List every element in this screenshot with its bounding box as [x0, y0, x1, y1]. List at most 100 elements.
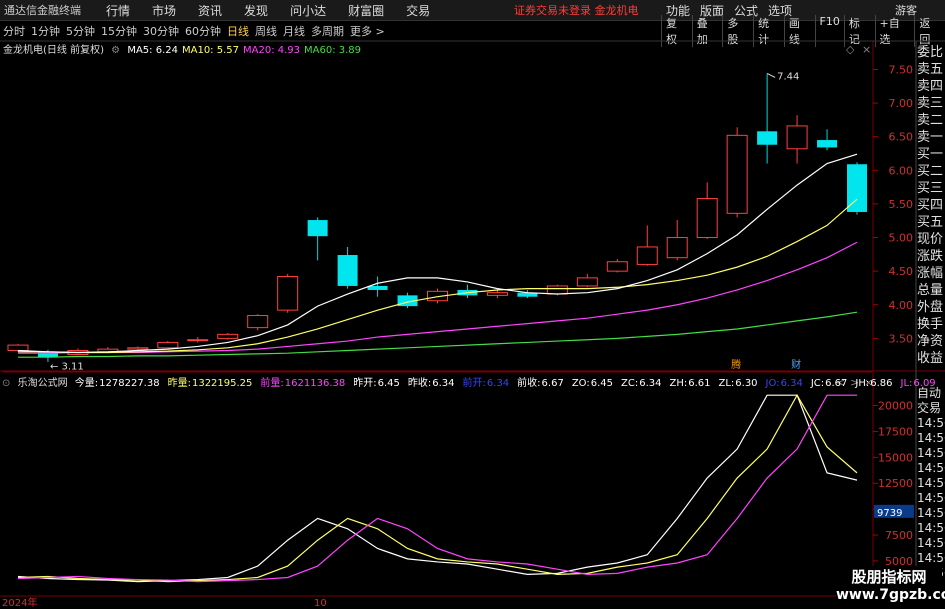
indicator-value-13: JH:6.86 [855, 378, 896, 389]
watermark-line2: www.7gpzb.com [836, 587, 945, 603]
side-panel-item-12[interactable]: 涨跌 [917, 248, 945, 265]
side-panel2-item-5[interactable]: 14:56 [917, 461, 945, 476]
side-panel-item-13[interactable]: 涨幅 [917, 265, 945, 282]
indicator-tick-label: 20000 [878, 400, 913, 413]
indicator-value-label: JC: [810, 378, 825, 389]
indicator-value-6: 前收:6.67 [517, 378, 568, 389]
indicator-value-5: 前开:6.34 [463, 378, 514, 389]
side-panel2-item-6[interactable]: 14:56 [917, 476, 945, 491]
side-panel-item-17[interactable]: 净资 [917, 333, 945, 350]
candle[interactable] [307, 217, 328, 261]
stock-chart[interactable]: 7.50 7.00 6.50 6.00 5.50 5.00 4.50 4.00 3.50 2000… [0, 0, 945, 609]
candle[interactable] [696, 182, 718, 239]
side-panel-item-2[interactable]: 卖四 [917, 78, 945, 95]
candle[interactable] [786, 115, 808, 164]
candle[interactable] [817, 129, 838, 151]
indicator-value-2: 前量:1621136.38 [260, 378, 349, 389]
indicator-value-label: JL: [900, 378, 913, 389]
side-panel-item-7[interactable]: 买二 [917, 163, 945, 180]
indicator-value-4: 昨收:6.34 [408, 378, 459, 389]
candle[interactable] [337, 246, 358, 289]
side-panel-item-16[interactable]: 换手 [917, 316, 945, 333]
candle[interactable] [187, 337, 209, 343]
indicator-value-number: 6.86 [870, 378, 893, 389]
high-marker-line [766, 73, 776, 78]
candle[interactable] [757, 73, 778, 164]
candle[interactable] [726, 127, 748, 218]
indicator-tick-label: 17500 [878, 425, 913, 438]
indicator-expand-icon[interactable]: ⊙ [2, 378, 10, 389]
side-panel-item-3[interactable]: 卖三 [917, 95, 945, 112]
x-axis-label-0: 2024年 [2, 596, 37, 609]
indicator-value-number: 6.34 [780, 378, 803, 389]
indicator-value-11: JO:6.34 [766, 378, 807, 389]
indicator-value-number: 1322195.25 [191, 378, 253, 389]
side-panel2-item-9[interactable]: 14:56 [917, 521, 945, 536]
candle[interactable] [277, 273, 299, 313]
indicator-value-12: JC:6.67 [811, 378, 852, 389]
indicator-value-label: 前量: [260, 378, 284, 389]
event-label-0[interactable]: 腾 [731, 358, 741, 371]
price-tick-label: 5.50 [889, 198, 914, 211]
indicator-value-label: ZH: [669, 378, 688, 389]
quote-side-panel: 委比 卖五 卖四 卖三 卖二 卖一 买一 买二 买三 买四 买五 现价 涨跌 涨幅 总量 外盘 换手 净资 收益 [917, 44, 945, 367]
side-panel-item-1[interactable]: 卖五 [917, 61, 945, 78]
candle[interactable] [247, 314, 269, 331]
side-panel2-item-4[interactable]: 14:56 [917, 446, 945, 461]
candle[interactable] [847, 162, 868, 215]
candle[interactable] [606, 259, 628, 273]
candle[interactable] [636, 225, 658, 266]
price-tick-label: 4.50 [889, 265, 914, 278]
candle-body [247, 315, 269, 329]
indicator-value-1: 昨量:1322195.25 [168, 378, 257, 389]
candle-body [757, 131, 778, 145]
side-panel2-item-2[interactable]: 14:56 [917, 416, 945, 431]
side-panel-item-4[interactable]: 卖二 [917, 112, 945, 129]
close-icon[interactable]: × [862, 43, 871, 56]
side-panel2-item-8[interactable]: 14:56 [917, 506, 945, 521]
candle-body [187, 339, 209, 342]
side-panel-item-10[interactable]: 买五 [917, 214, 945, 231]
watermark: 股朋指标网 www.7gpzb.com [836, 566, 945, 606]
indicator-value-label: 前开: [462, 378, 486, 389]
side-panel-item-14[interactable]: 总量 [917, 282, 945, 299]
indicator-value-number: 6.61 [688, 378, 711, 389]
side-panel-item-0[interactable]: 委比 [917, 44, 945, 61]
side-panel2-item-1[interactable]: 交易 [917, 401, 945, 416]
side-panel-item-6[interactable]: 买一 [917, 146, 945, 163]
watermark-line1: 股朋指标网 [851, 568, 927, 586]
candle[interactable] [576, 273, 598, 288]
candle[interactable] [367, 276, 388, 297]
candle[interactable] [666, 220, 688, 261]
candle-body [696, 198, 718, 239]
x-axis-label-1: 10 [314, 598, 327, 609]
side-panel-item-15[interactable]: 外盘 [917, 299, 945, 316]
price-tick-label: 3.50 [889, 332, 914, 345]
price-tick-label: 7.50 [889, 63, 914, 76]
side-panel-item-8[interactable]: 买三 [917, 180, 945, 197]
event-label-1[interactable]: 财 [791, 358, 801, 371]
candle[interactable] [457, 284, 478, 299]
side-panel-item-9[interactable]: 买四 [917, 197, 945, 214]
indicator-value-9: ZH:6.61 [669, 378, 714, 389]
side-panel2-item-7[interactable]: 14:56 [917, 491, 945, 506]
indicator-value-number: 6.67 [825, 378, 848, 389]
indicator-value-8: ZC:6.34 [621, 378, 665, 389]
side-panel2-item-3[interactable]: 14:56 [917, 431, 945, 446]
side-panel-item-18[interactable]: 收益 [917, 350, 945, 367]
diamond-icon[interactable]: ◇ [846, 43, 855, 56]
side-panel-item-11[interactable]: 现价 [917, 231, 945, 248]
indicator-value-number: 6.34 [639, 378, 662, 389]
side-panel-item-5[interactable]: 卖一 [917, 129, 945, 146]
indicator-line-0 [17, 394, 858, 583]
candle-body [307, 220, 328, 237]
candle-body [157, 341, 179, 349]
side-panel2-item-11[interactable]: 14:56 [917, 551, 945, 566]
indicator-info: ⊙ 乐淘公式网 今量:1278227.38 昨量:1322195.25 前量:162… [2, 374, 945, 389]
side-panel2-item-10[interactable]: 14:56 [917, 536, 945, 551]
indicator-value-number: 6.34 [486, 378, 510, 389]
candle[interactable] [217, 333, 239, 340]
indicator-tick-label: 12500 [878, 477, 913, 490]
indicator-value-label: 昨开: [353, 378, 377, 389]
indicator-value-number: 6.30 [735, 378, 758, 389]
